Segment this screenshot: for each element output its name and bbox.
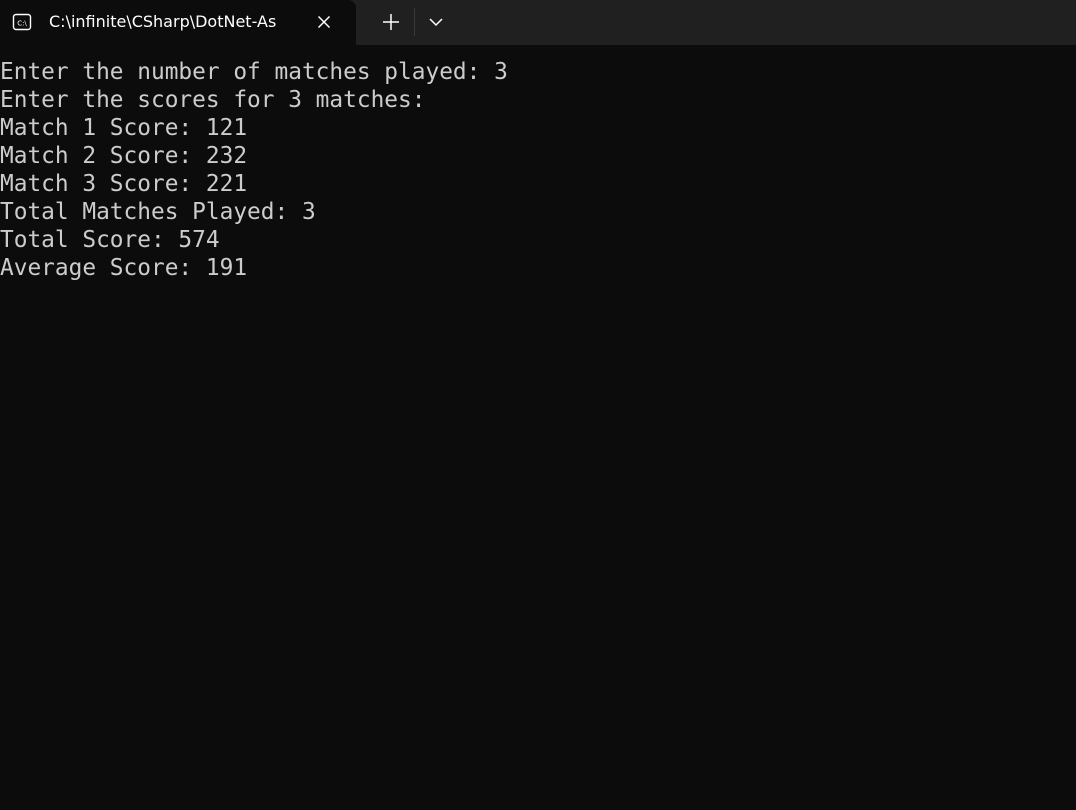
terminal-window: C:\ C:\infinite\CSharp\DotNet-As Enter t… [0,0,1076,810]
terminal-line: Average Score: 191 [0,255,248,281]
terminal-line: Enter the number of matches played: 3 [0,59,508,85]
close-icon[interactable] [314,12,334,32]
terminal-line: Match 2 Score: 232 [0,143,248,169]
title-bar: C:\ C:\infinite\CSharp\DotNet-As [0,0,1076,46]
terminal-line: Match 1 Score: 121 [0,115,248,141]
terminal-output[interactable]: Enter the number of matches played: 3 Ent… [0,58,1076,810]
terminal-line: Enter the scores for 3 matches: [0,87,426,113]
plus-icon[interactable] [376,8,406,36]
terminal-line: Total Score: 574 [0,227,220,253]
terminal-line: Match 3 Score: 221 [0,171,248,197]
chevron-down-icon[interactable] [422,8,450,36]
tab-divider [414,8,415,36]
svg-text:C:\: C:\ [17,20,27,28]
tab-title: C:\infinite\CSharp\DotNet-As [49,12,277,31]
terminal-icon: C:\ [12,13,32,31]
terminal-line: Total Matches Played: 3 [0,199,316,225]
tab-active[interactable]: C:\ C:\infinite\CSharp\DotNet-As [0,0,356,46]
